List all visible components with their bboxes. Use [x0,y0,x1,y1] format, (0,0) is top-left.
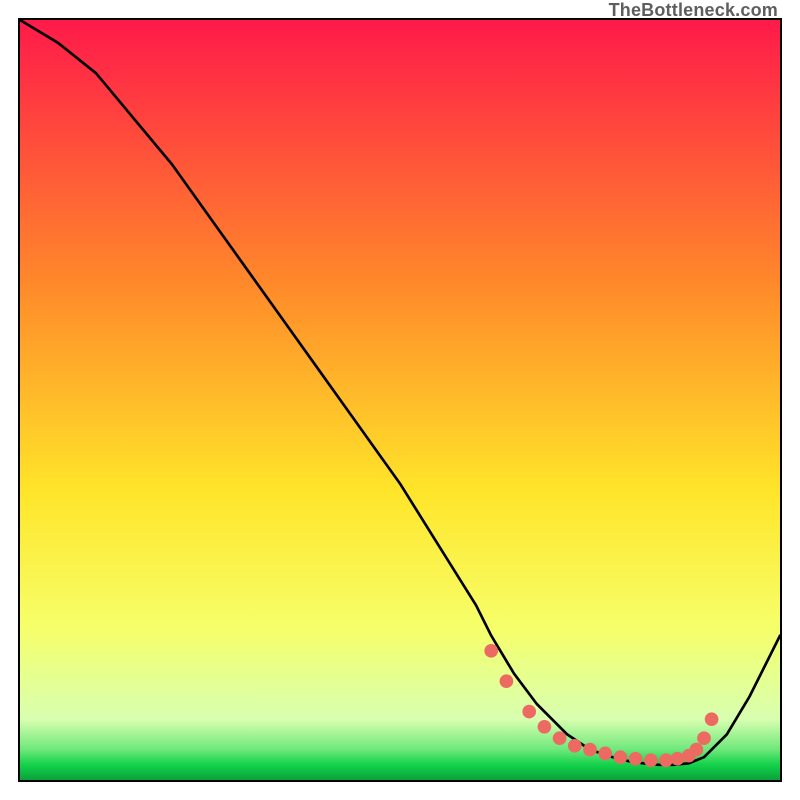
highlight-dots [484,644,718,767]
dot-icon [705,712,719,726]
dot-icon [538,720,552,734]
dot-icon [522,705,536,719]
dot-icon [629,752,643,766]
dot-icon [690,743,704,757]
bottleneck-curve [20,20,780,765]
dot-icon [614,750,628,764]
dot-icon [484,644,498,658]
dot-icon [583,743,597,757]
plot-area [18,18,782,782]
chart-stage: TheBottleneck.com [0,0,800,800]
dot-icon [598,747,612,761]
dot-icon [697,731,711,745]
dot-icon [644,753,658,767]
dot-icon [568,739,582,753]
dot-icon [553,731,567,745]
dot-icon [500,674,514,688]
curve-layer [20,20,780,780]
